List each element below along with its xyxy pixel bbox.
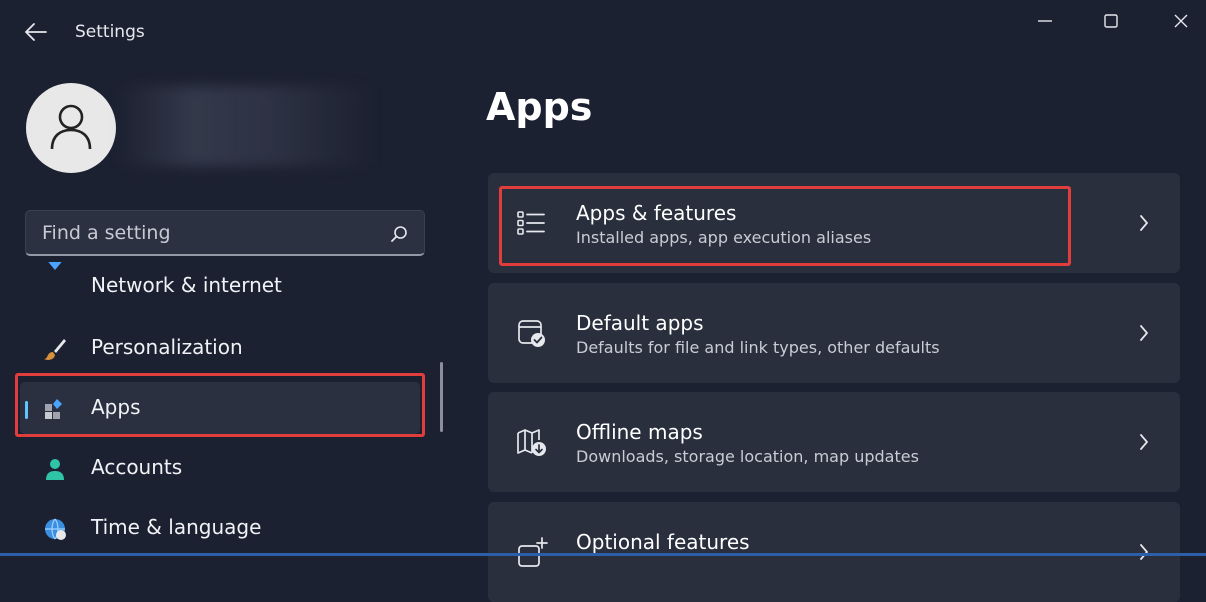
maximize-icon [1104,14,1118,28]
close-icon [1174,14,1188,28]
sidebar-item-time-language[interactable]: Time & language [20,502,420,554]
sidebar-item-label: Apps [91,395,141,419]
person-icon [46,459,64,480]
sidebar-item-apps[interactable]: Apps [20,382,420,434]
card-subtitle: Defaults for file and link types, other … [576,338,940,357]
maximize-button[interactable] [1100,10,1122,32]
card-apps-features[interactable]: Apps & features Installed apps, app exec… [488,173,1180,273]
sidebar-item-label: Accounts [91,455,183,479]
sidebar-item-label: Network & internet [91,273,282,297]
chevron-right-icon [1140,325,1148,341]
avatar[interactable] [26,83,116,173]
search-icon [391,226,407,242]
chevron-right-icon [1140,215,1148,231]
default-apps-icon [518,320,545,347]
sidebar-item-network[interactable]: Network & internet [20,262,420,298]
sidebar-item-label: Personalization [91,335,243,359]
card-offline-maps[interactable]: Offline maps Downloads, storage location… [488,392,1180,492]
search-input[interactable]: Find a setting [25,210,425,256]
card-title: Default apps [576,311,704,335]
blurred-user-name [116,86,376,166]
search-placeholder: Find a setting [42,222,171,244]
card-title: Optional features [576,530,750,554]
page-title: Apps [486,85,593,129]
back-arrow-icon [25,23,47,41]
close-button[interactable] [1170,10,1192,32]
chevron-right-icon [1140,544,1148,560]
selected-indicator [25,401,28,419]
sidebar-item-personalization[interactable]: Personalization [20,322,420,374]
card-subtitle: Downloads, storage location, map updates [576,447,919,466]
card-default-apps[interactable]: Default apps Defaults for file and link … [488,283,1180,383]
minimize-button[interactable] [1034,10,1056,32]
apps-icon [45,399,62,419]
sidebar-item-accounts[interactable]: Accounts [20,442,420,494]
back-button[interactable] [22,20,50,44]
card-title: Apps & features [576,201,737,225]
person-icon [50,104,92,150]
list-icon [517,211,545,235]
card-subtitle: Installed apps, app execution aliases [576,228,872,247]
sidebar-scrollbar[interactable] [440,362,443,432]
card-optional-features[interactable]: Optional features [488,502,1180,602]
map-download-icon [517,429,546,456]
globe-clock-icon [45,518,66,540]
sidebar-item-label: Time & language [91,515,262,539]
minimize-icon [1038,20,1052,22]
title-bar: Settings [0,0,1206,64]
window-title: Settings [75,22,145,42]
wifi-icon [48,262,62,270]
card-title: Offline maps [576,420,703,444]
paintbrush-icon [44,339,66,360]
add-feature-icon [518,537,548,567]
chevron-right-icon [1140,434,1148,450]
